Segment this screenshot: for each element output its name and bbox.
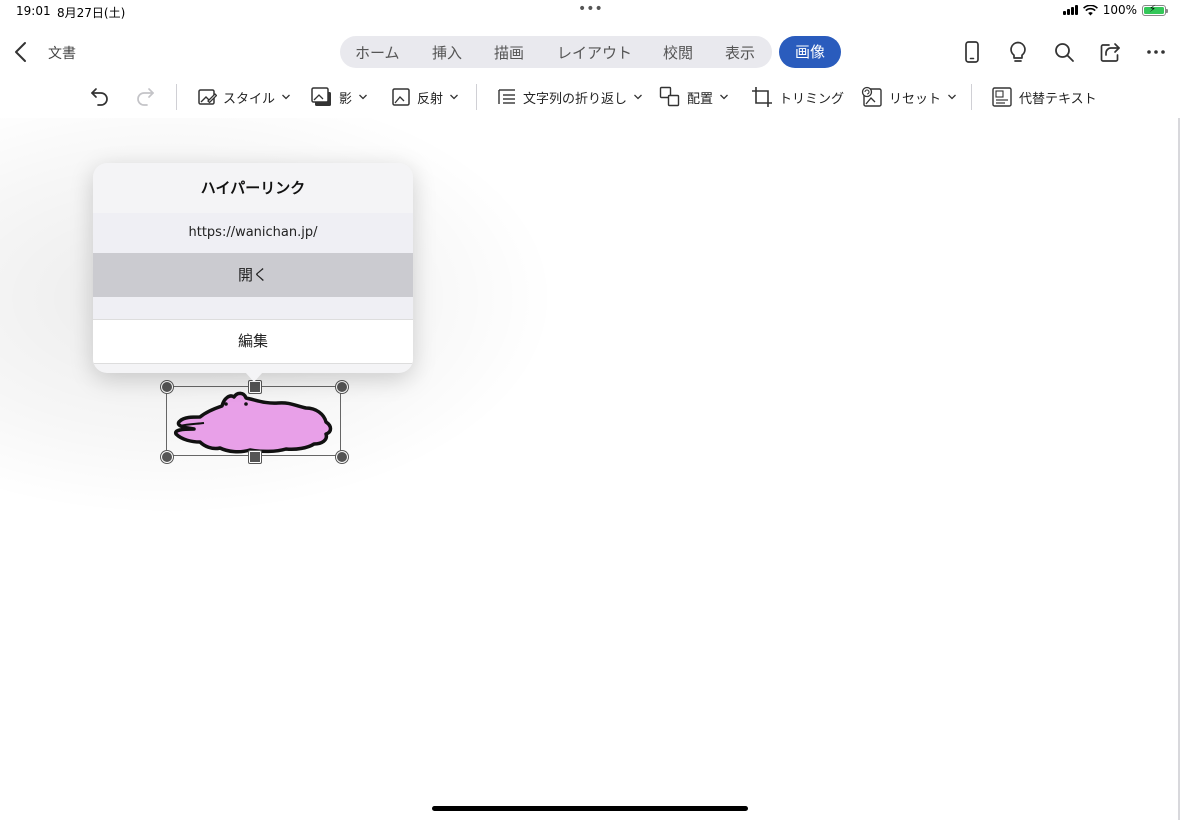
selection-frame bbox=[166, 386, 341, 456]
home-indicator[interactable] bbox=[432, 806, 748, 811]
alt-text-icon bbox=[992, 87, 1012, 107]
ribbon-tabs bbox=[340, 36, 772, 68]
resize-handle-top[interactable] bbox=[249, 381, 261, 393]
reflection-button[interactable]: 反射 bbox=[391, 84, 459, 110]
battery-percent: 100% bbox=[1102, 3, 1137, 17]
popover-arrow bbox=[245, 372, 263, 382]
status-date: 8月27日(土) bbox=[57, 6, 126, 20]
tab-layout[interactable]: レイアウト bbox=[557, 42, 632, 63]
wrap-text-button[interactable]: 文字列の折り返し bbox=[497, 84, 643, 110]
tab-draw[interactable]: 描画 bbox=[494, 42, 524, 63]
crop-label: トリミング bbox=[779, 91, 845, 107]
multitasking-dots[interactable]: ••• bbox=[578, 1, 603, 17]
share-icon[interactable] bbox=[1098, 40, 1122, 64]
status-bar: 19:01 8月27日(土) ••• 100% ⚡ bbox=[0, 0, 1180, 24]
alt-text-button[interactable]: 代替テキスト bbox=[991, 84, 1097, 110]
shadow-label: 影 bbox=[339, 91, 353, 107]
arrange-label: 配置 bbox=[687, 91, 714, 107]
ribbon-divider bbox=[971, 84, 972, 110]
wrap-text-icon bbox=[498, 89, 515, 104]
crop-button[interactable]: トリミング bbox=[751, 84, 844, 110]
tab-home[interactable]: ホーム bbox=[355, 42, 400, 63]
alt-text-label: 代替テキスト bbox=[1019, 91, 1097, 107]
reset-button[interactable]: リセット bbox=[861, 84, 957, 110]
mobile-view-icon[interactable] bbox=[960, 40, 984, 64]
shadow-button[interactable]: 影 bbox=[311, 84, 368, 110]
edit-link-button[interactable]: 編集 bbox=[93, 319, 413, 364]
tab-insert[interactable]: 挿入 bbox=[432, 42, 462, 63]
popover-separator bbox=[93, 297, 413, 319]
popover-title: ハイパーリンク bbox=[200, 179, 306, 197]
resize-handle-bottom-left[interactable] bbox=[161, 451, 173, 463]
chevron-down-icon bbox=[450, 94, 458, 100]
chevron-down-icon bbox=[634, 94, 642, 100]
resize-handle-top-left[interactable] bbox=[161, 381, 173, 393]
picture-reflection-icon bbox=[392, 88, 410, 106]
reset-label: リセット bbox=[889, 91, 942, 107]
reflection-label: 反射 bbox=[417, 91, 444, 107]
more-icon[interactable] bbox=[1144, 40, 1168, 64]
chevron-down-icon bbox=[282, 94, 290, 100]
chevron-down-icon bbox=[720, 94, 728, 100]
lightbulb-icon[interactable] bbox=[1006, 40, 1030, 64]
tab-view[interactable]: 表示 bbox=[725, 42, 755, 63]
resize-handle-top-right[interactable] bbox=[336, 381, 348, 393]
redo-icon[interactable] bbox=[133, 84, 157, 108]
search-icon[interactable] bbox=[1052, 40, 1076, 64]
resize-handle-bottom-right[interactable] bbox=[336, 451, 348, 463]
picture-ribbon: スタイル 影 反射 文字列の折り返し 配置 トリミング リセット 代替テキスト bbox=[0, 78, 1180, 116]
chevron-down-icon bbox=[359, 94, 367, 100]
cellular-signal-icon bbox=[1062, 5, 1078, 15]
wifi-icon bbox=[1082, 4, 1098, 15]
resize-handle-bottom[interactable] bbox=[249, 451, 261, 463]
style-button[interactable]: スタイル bbox=[197, 84, 291, 110]
open-link-button[interactable]: 開く bbox=[93, 253, 413, 297]
crop-icon bbox=[752, 87, 772, 107]
battery-icon: ⚡ bbox=[1142, 4, 1168, 16]
document-title[interactable]: 文書 bbox=[48, 43, 76, 63]
selected-image[interactable] bbox=[161, 381, 348, 463]
hyperlink-url: https://wanichan.jp/ bbox=[93, 213, 413, 253]
undo-icon[interactable] bbox=[88, 84, 112, 108]
hyperlink-popover: ハイパーリンク https://wanichan.jp/ 開く 編集 bbox=[93, 163, 413, 373]
picture-shadow-icon bbox=[311, 87, 331, 106]
arrange-button[interactable]: 配置 bbox=[659, 84, 729, 110]
reset-picture-icon bbox=[861, 86, 882, 107]
status-time: 19:01 bbox=[16, 4, 51, 18]
chevron-down-icon bbox=[948, 94, 956, 100]
app-header: 文書 ホーム 挿入 描画 レイアウト 校閲 表示 画像 bbox=[0, 30, 1180, 74]
status-right: 100% ⚡ bbox=[1062, 3, 1168, 17]
tab-review[interactable]: 校閲 bbox=[663, 42, 693, 63]
wrap-text-label: 文字列の折り返し bbox=[523, 91, 628, 107]
style-label: スタイル bbox=[223, 91, 276, 107]
tab-picture[interactable]: 画像 bbox=[779, 36, 841, 68]
arrange-icon bbox=[659, 86, 680, 107]
ribbon-divider bbox=[176, 84, 177, 110]
back-chevron-icon[interactable] bbox=[10, 40, 32, 64]
ribbon-divider bbox=[476, 84, 477, 110]
picture-style-icon bbox=[198, 89, 217, 105]
